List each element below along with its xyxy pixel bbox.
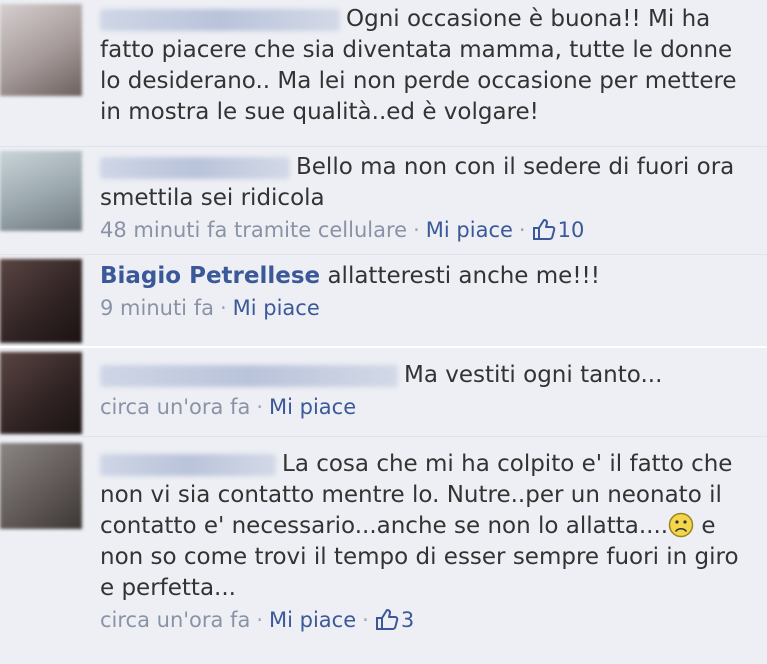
avatar[interactable]	[0, 259, 82, 343]
avatar[interactable]	[0, 352, 82, 434]
like-count[interactable]: 10	[532, 218, 585, 242]
avatar[interactable]	[0, 151, 82, 231]
comment-item: La cosa che mi ha colpito e' il fatto ch…	[0, 436, 767, 664]
separator-dot: ·	[219, 296, 227, 320]
comment-item: Ma vestiti ogni tanto... circa un'ora fa…	[0, 346, 767, 436]
comment-body: Ogni occasione è buona!! Mi ha fatto pia…	[100, 4, 747, 128]
comment-author-link[interactable]	[100, 453, 276, 476]
comment-body: La cosa che mi ha colpito e' il fatto ch…	[100, 449, 747, 604]
separator-dot: ·	[413, 218, 420, 242]
like-count-value: 3	[400, 608, 415, 632]
comment-text: Ma vestiti ogni tanto...	[404, 362, 663, 388]
like-link[interactable]: Mi piace	[269, 608, 356, 632]
comment-meta: 48 minuti fa tramite cellulare · Mi piace ·…	[100, 218, 747, 242]
comment-timestamp[interactable]: circa un'ora fa	[100, 608, 250, 632]
avatar[interactable]	[0, 4, 82, 96]
comment-item: Biagio Petrellese allatteresti anche me!…	[0, 254, 767, 346]
comment-meta: circa un'ora fa · Mi piace · 3	[100, 608, 747, 632]
comment-body: Bello ma non con il sedere di fuori ora …	[100, 152, 747, 214]
comment-meta: 9 minuti fa · Mi piace	[100, 296, 747, 320]
like-count[interactable]: 3	[375, 608, 414, 632]
comment-author-link[interactable]	[100, 364, 398, 387]
comment-timestamp[interactable]: 48 minuti fa tramite cellulare	[100, 218, 407, 242]
comment-author-link[interactable]	[100, 8, 340, 31]
comment-body: Ma vestiti ogni tanto...	[100, 360, 747, 391]
comment-item: Bello ma non con il sedere di fuori ora …	[0, 146, 767, 254]
comment-text: allatteresti anche me!!!	[327, 263, 600, 289]
separator-dot: ·	[256, 395, 264, 419]
thumbs-up-icon	[375, 608, 399, 630]
separator-dot: ·	[518, 218, 526, 242]
like-link[interactable]: Mi piace	[269, 395, 356, 419]
comment-timestamp[interactable]: circa un'ora fa	[100, 395, 250, 419]
comment-meta: circa un'ora fa · Mi piace	[100, 395, 747, 419]
comment-timestamp[interactable]: 9 minuti fa	[100, 296, 214, 320]
comment-author-link[interactable]: Biagio Petrellese	[100, 263, 320, 289]
comment-body: Biagio Petrellese allatteresti anche me!…	[100, 261, 747, 292]
comment-author-link[interactable]	[100, 156, 290, 179]
like-link[interactable]: Mi piace	[233, 296, 320, 320]
separator-dot: ·	[362, 608, 369, 632]
like-count-value: 10	[557, 218, 585, 242]
comment-item: Ogni occasione è buona!! Mi ha fatto pia…	[0, 0, 767, 146]
separator-dot: ·	[256, 608, 264, 632]
like-link[interactable]: Mi piace	[426, 218, 513, 242]
thumbs-up-icon	[532, 218, 556, 240]
comment-feed: Ogni occasione è buona!! Mi ha fatto pia…	[0, 0, 767, 664]
avatar[interactable]	[0, 443, 82, 529]
sad-face-icon	[668, 512, 694, 538]
